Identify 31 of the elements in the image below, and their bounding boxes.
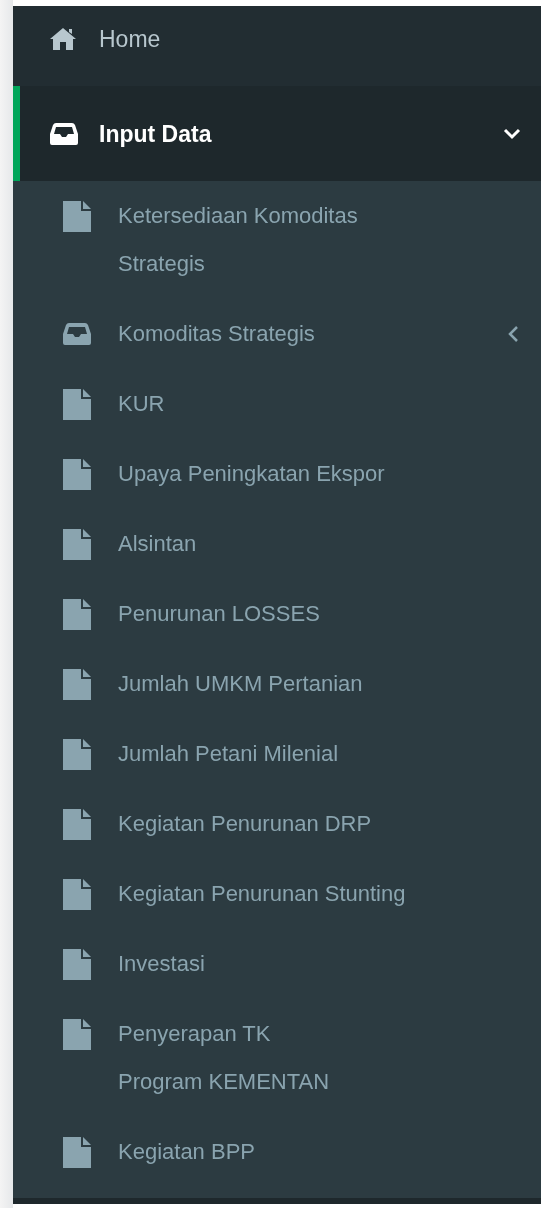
submenu-item[interactable]: Komoditas Strategis	[13, 310, 541, 381]
inbox-icon	[62, 322, 92, 347]
submenu-item[interactable]: Ketersediaan Komoditas Strategis	[13, 192, 541, 311]
file-icon	[62, 199, 92, 233]
submenu-item[interactable]: Kegiatan BPP	[13, 1128, 541, 1199]
file-icon	[62, 1017, 92, 1051]
menu-item[interactable]: Input Data	[13, 86, 541, 182]
inbox-icon	[49, 121, 79, 146]
submenu-item[interactable]: Alsintan	[13, 520, 541, 591]
file-icon	[62, 737, 92, 771]
file-icon	[62, 1135, 92, 1169]
chevron-down-icon	[503, 127, 521, 140]
file-icon	[62, 457, 92, 491]
submenu-item[interactable]: Jumlah UMKM Pertanian	[13, 660, 541, 731]
file-icon	[62, 667, 92, 701]
file-icon	[62, 527, 92, 561]
submenu-item[interactable]: Penyerapan TK Program KEMENTAN	[13, 1010, 541, 1129]
file-icon	[62, 947, 92, 981]
submenu-item[interactable]: Upaya Peningkatan Ekspor	[13, 450, 541, 521]
chevron-left-icon	[507, 325, 519, 344]
submenu-item[interactable]: Kegiatan Penurunan Stunting	[13, 870, 541, 941]
submenu-item[interactable]: Kegiatan Penurunan DRP	[13, 800, 541, 871]
submenu-item[interactable]: Jumlah Petani Milenial	[13, 730, 541, 801]
file-icon	[62, 877, 92, 911]
submenu-item[interactable]: Penurunan LOSSES	[13, 590, 541, 661]
submenu-item[interactable]: KUR	[13, 380, 541, 451]
submenu-item[interactable]: Investasi	[13, 940, 541, 1011]
file-icon	[62, 597, 92, 631]
file-icon	[62, 387, 92, 421]
home-icon	[49, 27, 77, 52]
file-icon	[62, 807, 92, 841]
